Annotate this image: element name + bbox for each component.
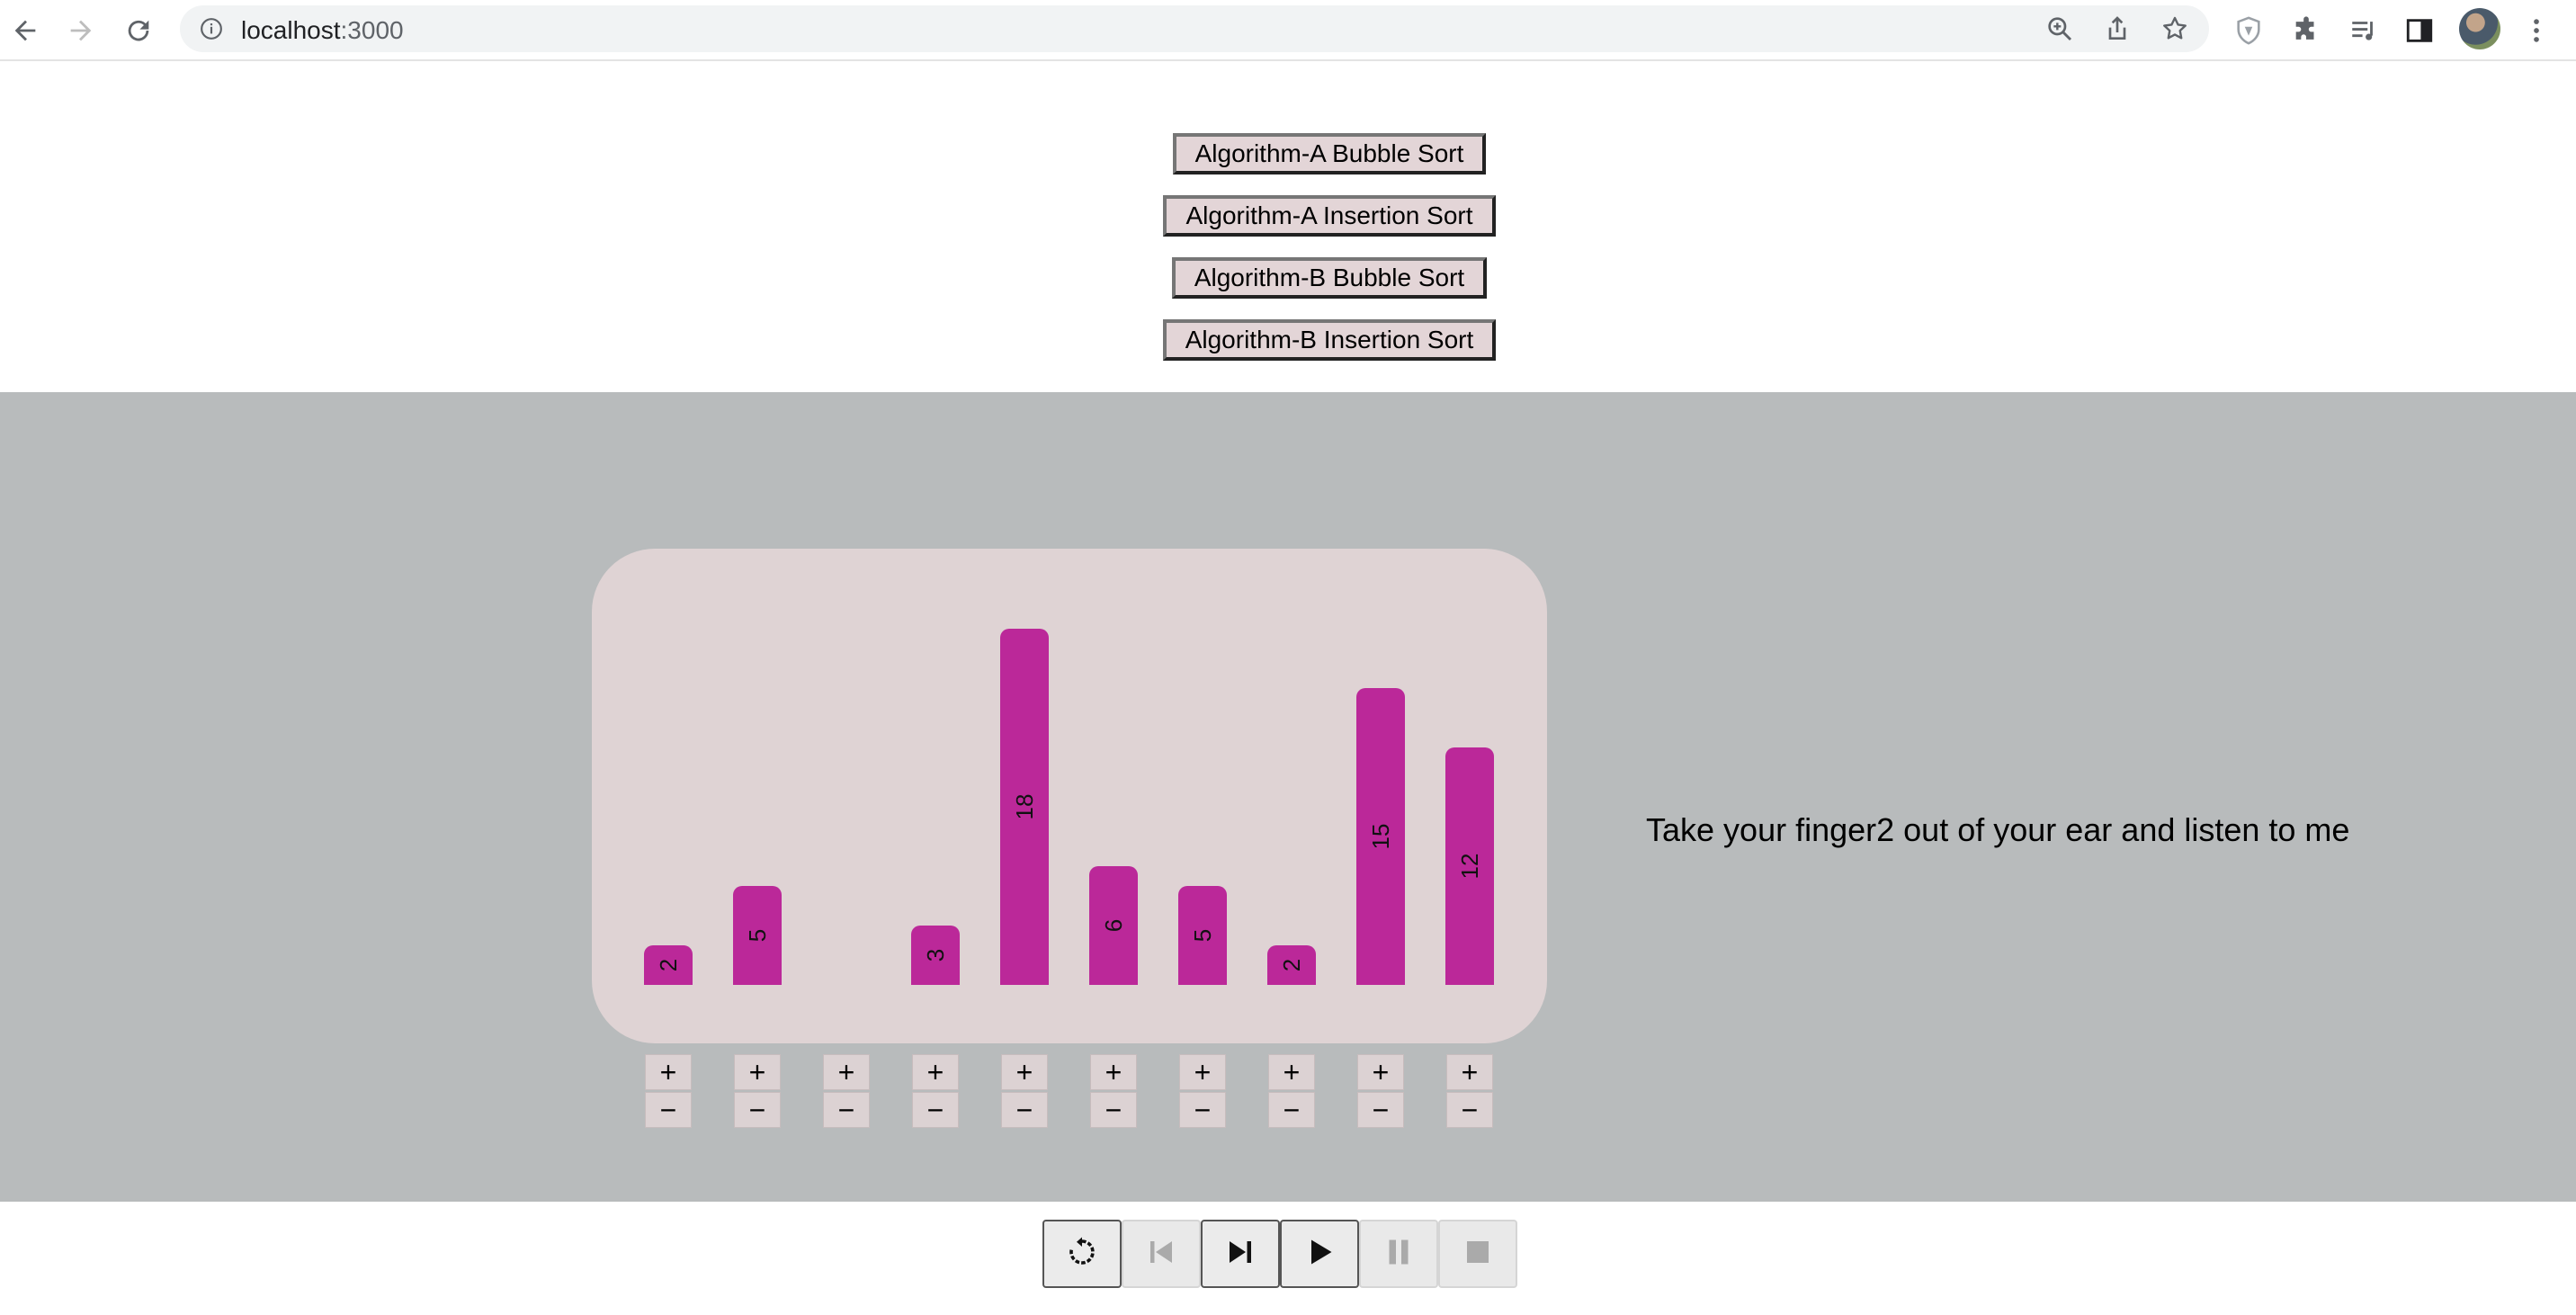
stop-icon bbox=[1462, 1236, 1494, 1273]
bar-label-1: 5 bbox=[744, 928, 771, 943]
bar-label-9: 12 bbox=[1456, 853, 1483, 880]
pause-button[interactable] bbox=[1359, 1220, 1438, 1288]
algorithm-a-insertion-sort-button[interactable]: Algorithm-A Insertion Sort bbox=[1163, 195, 1496, 237]
skip-back-icon bbox=[1145, 1236, 1177, 1273]
bar-label-3: 3 bbox=[922, 948, 949, 962]
share-icon[interactable] bbox=[2103, 14, 2132, 43]
skip-forward-icon bbox=[1224, 1236, 1257, 1273]
reset-icon bbox=[1066, 1236, 1098, 1273]
url-host: localhost bbox=[241, 16, 341, 44]
status-message: Take your finger2 out of your ear and li… bbox=[1646, 811, 2350, 848]
extensions-icon[interactable] bbox=[2288, 13, 2324, 49]
decrement-button-4[interactable]: − bbox=[1001, 1092, 1048, 1128]
increment-button-0[interactable]: + bbox=[645, 1054, 692, 1090]
increment-button-2[interactable]: + bbox=[823, 1054, 870, 1090]
media-icon[interactable] bbox=[2346, 13, 2382, 49]
decrement-button-1[interactable]: − bbox=[734, 1092, 781, 1128]
increment-button-4[interactable]: + bbox=[1001, 1054, 1048, 1090]
zoom-icon[interactable] bbox=[2045, 14, 2074, 43]
algorithm-a-bubble-sort-button[interactable]: Algorithm-A Bubble Sort bbox=[1173, 133, 1486, 174]
address-bar[interactable]: localhost:3000 bbox=[180, 5, 2209, 52]
algorithm-b-bubble-sort-button[interactable]: Algorithm-B Bubble Sort bbox=[1172, 257, 1487, 299]
browser-toolbar: localhost:3000 bbox=[0, 0, 2576, 61]
info-icon[interactable] bbox=[200, 17, 223, 40]
bar-chart: 2 5 3 18 6 5 2 15 12 bbox=[592, 549, 1547, 1043]
play-icon bbox=[1303, 1236, 1336, 1273]
reset-button[interactable] bbox=[1042, 1220, 1122, 1288]
bar-label-6: 5 bbox=[1189, 928, 1216, 943]
step-forward-button[interactable] bbox=[1201, 1220, 1280, 1288]
increment-button-9[interactable]: + bbox=[1446, 1054, 1493, 1090]
decrement-button-5[interactable]: − bbox=[1090, 1092, 1137, 1128]
avatar[interactable] bbox=[2459, 8, 2500, 49]
star-icon[interactable] bbox=[2160, 14, 2189, 43]
stop-button[interactable] bbox=[1438, 1220, 1517, 1288]
back-icon[interactable] bbox=[4, 9, 47, 52]
bar-label-0: 2 bbox=[655, 958, 682, 972]
increment-button-5[interactable]: + bbox=[1090, 1054, 1137, 1090]
increment-button-6[interactable]: + bbox=[1179, 1054, 1226, 1090]
decrement-button-7[interactable]: − bbox=[1268, 1092, 1315, 1128]
play-button[interactable] bbox=[1280, 1220, 1359, 1288]
increment-button-8[interactable]: + bbox=[1357, 1054, 1404, 1090]
bar-label-7: 2 bbox=[1278, 958, 1305, 972]
decrement-button-2[interactable]: − bbox=[823, 1092, 870, 1128]
step-back-button[interactable] bbox=[1122, 1220, 1201, 1288]
decrement-button-6[interactable]: − bbox=[1179, 1092, 1226, 1128]
decrement-button-0[interactable]: − bbox=[645, 1092, 692, 1128]
shield-icon[interactable] bbox=[2231, 13, 2267, 49]
bar-label-8: 15 bbox=[1367, 823, 1394, 850]
decrement-button-3[interactable]: − bbox=[912, 1092, 959, 1128]
increment-button-1[interactable]: + bbox=[734, 1054, 781, 1090]
increment-button-7[interactable]: + bbox=[1268, 1054, 1315, 1090]
url-text: localhost:3000 bbox=[241, 16, 404, 45]
bar-label-4: 18 bbox=[1011, 793, 1038, 820]
bar-label-5: 6 bbox=[1100, 918, 1127, 933]
menu-icon[interactable] bbox=[2518, 13, 2554, 49]
algorithm-b-insertion-sort-button[interactable]: Algorithm-B Insertion Sort bbox=[1163, 319, 1496, 361]
visualization-panel: 2 5 3 18 6 5 2 15 12 + − + − + − + − + − + − + − + − + − + − Take y… bbox=[0, 392, 2576, 1202]
increment-button-3[interactable]: + bbox=[912, 1054, 959, 1090]
reload-icon[interactable] bbox=[117, 9, 160, 52]
forward-icon[interactable] bbox=[59, 9, 103, 52]
decrement-button-9[interactable]: − bbox=[1446, 1092, 1493, 1128]
pause-icon bbox=[1382, 1236, 1415, 1273]
decrement-button-8[interactable]: − bbox=[1357, 1092, 1404, 1128]
side-panel-icon[interactable] bbox=[2402, 13, 2437, 49]
url-port: :3000 bbox=[340, 16, 404, 44]
